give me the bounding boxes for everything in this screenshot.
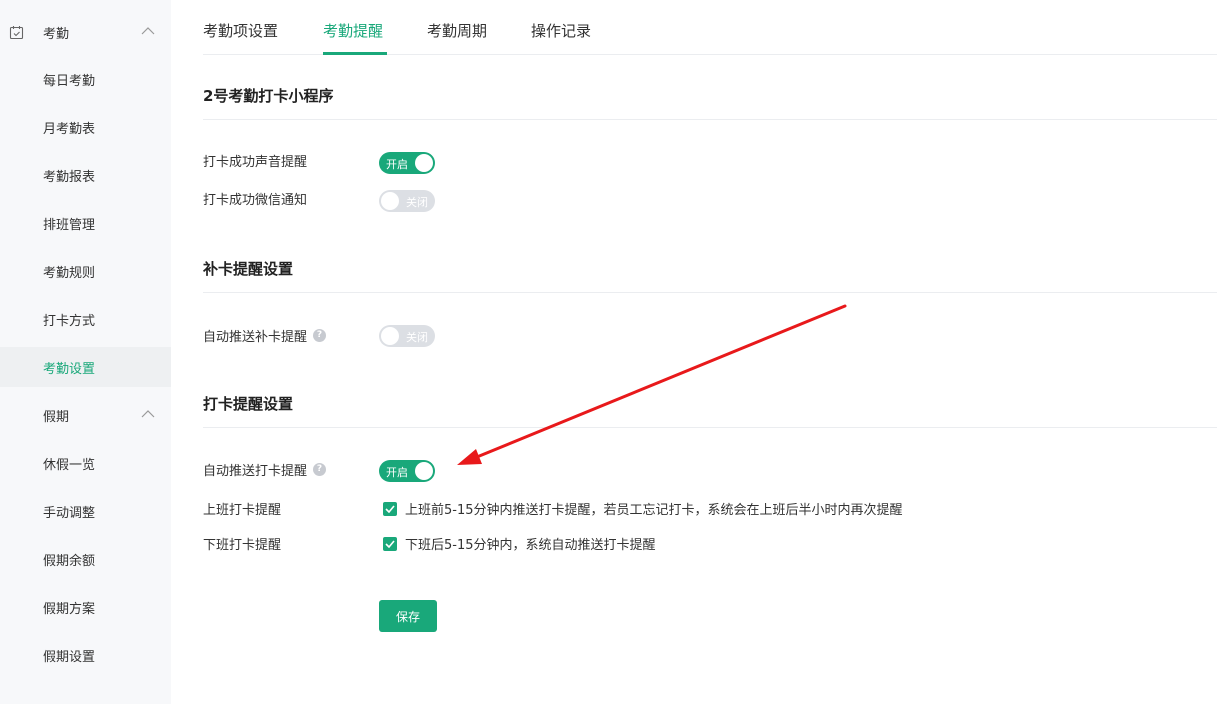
divider xyxy=(203,427,1217,428)
on-duty-reminder-text: 上班前5-15分钟内推送打卡提醒，若员工忘记打卡，系统会在上班后半小时内再次提醒 xyxy=(405,503,903,518)
clockin-reminder-switch[interactable]: 开启 xyxy=(379,460,435,482)
on-duty-checkbox[interactable] xyxy=(383,501,397,516)
switch-state-text: 开启 xyxy=(386,466,408,479)
chevron-up-icon[interactable] xyxy=(141,26,155,36)
sidebar-item-label: 休假一览 xyxy=(43,457,96,473)
sidebar-group-holiday[interactable]: 假期 xyxy=(0,395,171,435)
sidebar-item-label: 考勤设置 xyxy=(43,361,96,377)
on-duty-reminder-label: 上班打卡提醒 xyxy=(203,503,282,518)
sound-reminder-switch[interactable]: 开启 xyxy=(379,152,435,174)
makeup-reminder-label: 自动推送补卡提醒 ? xyxy=(203,326,327,345)
sidebar-item-label: 月考勤表 xyxy=(43,121,96,137)
on-duty-reminder-option: 上班前5-15分钟内推送打卡提醒，若员工忘记打卡，系统会在上班后半小时内再次提醒 xyxy=(383,499,903,518)
sidebar-item-leave-overview[interactable]: 休假一览 xyxy=(0,443,171,483)
main-content: 考勤项设置 考勤提醒 考勤周期 操作记录 2号考勤打卡小程序 打卡成功声音提醒 … xyxy=(171,0,1217,704)
wechat-notify-label: 打卡成功微信通知 xyxy=(203,193,308,208)
sidebar-item-clock-method[interactable]: 打卡方式 xyxy=(0,299,171,339)
switch-state-text: 开启 xyxy=(386,158,408,171)
sidebar-group-attendance[interactable]: 考勤 xyxy=(0,12,171,52)
sidebar-group-label: 考勤 xyxy=(43,26,70,42)
sidebar-item-daily[interactable]: 每日考勤 xyxy=(0,59,171,99)
tab-attendance-items[interactable]: 考勤项设置 xyxy=(203,20,278,41)
sidebar-item-report[interactable]: 考勤报表 xyxy=(0,155,171,195)
section-title-miniprogram: 2号考勤打卡小程序 xyxy=(203,87,334,105)
help-icon[interactable]: ? xyxy=(313,463,327,476)
sidebar-item-leave-plan[interactable]: 假期方案 xyxy=(0,587,171,627)
switch-state-text: 关闭 xyxy=(406,331,428,344)
sidebar-item-label: 排班管理 xyxy=(43,217,96,233)
section-title-makeup: 补卡提醒设置 xyxy=(203,260,294,278)
sound-reminder-label: 打卡成功声音提醒 xyxy=(203,155,308,170)
section-title-clockin: 打卡提醒设置 xyxy=(203,395,294,413)
switch-state-text: 关闭 xyxy=(406,196,428,209)
sidebar-item-label: 打卡方式 xyxy=(43,313,96,329)
makeup-reminder-switch[interactable]: 关闭 xyxy=(379,325,435,347)
sidebar-item-label: 假期设置 xyxy=(43,649,96,665)
off-duty-reminder-label: 下班打卡提醒 xyxy=(203,538,282,553)
switch-knob xyxy=(415,462,433,480)
sidebar-item-label: 假期余额 xyxy=(43,553,96,569)
sidebar-item-leave-balance[interactable]: 假期余额 xyxy=(0,539,171,579)
sidebar: 考勤 每日考勤 月考勤表 考勤报表 排班管理 考勤规则 打卡方式 考勤设置 假期… xyxy=(0,0,171,704)
check-icon xyxy=(385,539,395,548)
divider xyxy=(203,292,1217,293)
off-duty-reminder-option: 下班后5-15分钟内，系统自动推送打卡提醒 xyxy=(383,534,656,553)
sidebar-group-label: 假期 xyxy=(43,409,70,425)
wechat-notify-switch[interactable]: 关闭 xyxy=(379,190,435,212)
divider xyxy=(203,119,1217,120)
tab-attendance-reminder[interactable]: 考勤提醒 xyxy=(323,20,383,41)
sidebar-item-settings[interactable]: 考勤设置 xyxy=(0,347,171,387)
check-icon xyxy=(385,504,395,513)
clockin-reminder-label: 自动推送打卡提醒 ? xyxy=(203,460,327,479)
switch-knob xyxy=(381,327,399,345)
sidebar-item-rules[interactable]: 考勤规则 xyxy=(0,251,171,291)
off-duty-reminder-text: 下班后5-15分钟内，系统自动推送打卡提醒 xyxy=(405,538,656,553)
off-duty-checkbox[interactable] xyxy=(383,536,397,551)
sidebar-item-label: 手动调整 xyxy=(43,505,96,521)
sidebar-item-monthly[interactable]: 月考勤表 xyxy=(0,107,171,147)
tab-bar: 考勤项设置 考勤提醒 考勤周期 操作记录 xyxy=(203,0,1217,55)
sidebar-item-label: 考勤规则 xyxy=(43,265,96,281)
active-tab-indicator xyxy=(323,52,387,55)
chevron-up-icon[interactable] xyxy=(141,409,155,419)
help-icon[interactable]: ? xyxy=(313,329,327,342)
sidebar-item-label: 每日考勤 xyxy=(43,73,96,89)
sidebar-item-label: 假期方案 xyxy=(43,601,96,617)
switch-knob xyxy=(381,192,399,210)
tab-attendance-cycle[interactable]: 考勤周期 xyxy=(427,20,487,41)
sidebar-item-scheduling[interactable]: 排班管理 xyxy=(0,203,171,243)
switch-knob xyxy=(415,154,433,172)
save-button[interactable]: 保存 xyxy=(379,600,437,632)
sidebar-item-manual-adjust[interactable]: 手动调整 xyxy=(0,491,171,531)
sidebar-item-leave-settings[interactable]: 假期设置 xyxy=(0,635,171,675)
sidebar-item-label: 考勤报表 xyxy=(43,169,96,185)
calendar-check-icon xyxy=(9,26,24,40)
tab-operation-log[interactable]: 操作记录 xyxy=(531,20,591,41)
